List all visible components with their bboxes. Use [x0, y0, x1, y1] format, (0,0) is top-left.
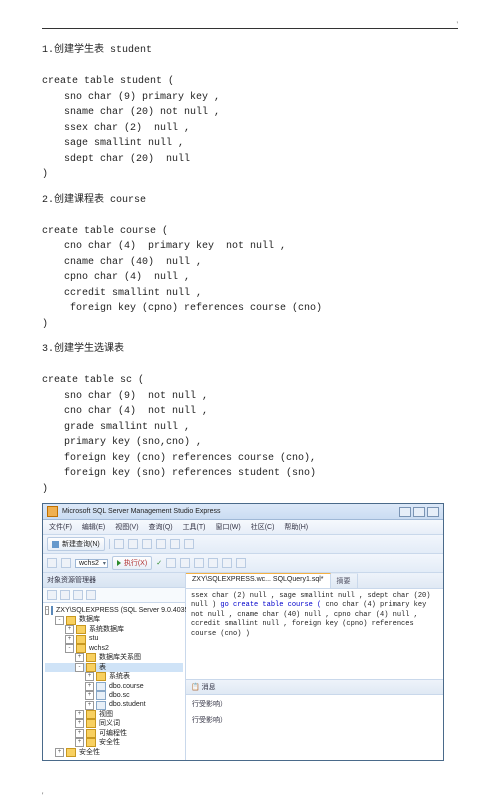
oe-toolbar-icon[interactable]: [86, 590, 96, 600]
ssms-menubar[interactable]: 文件(F) 编辑(E) 视图(V) 查询(Q) 工具(T) 窗口(W) 社区(C…: [43, 520, 443, 535]
editor-tabs: ZXY\SQLEXPRESS.wc... SQLQuery1.sql* 摘要: [186, 573, 443, 589]
object-explorer-panel: 对象资源管理器 -ZXY\SQLEXPRESS (SQL Server 9.0.…: [43, 573, 186, 760]
toolbar-icon[interactable]: [170, 539, 180, 549]
editor-tab-active[interactable]: ZXY\SQLEXPRESS.wc... SQLQuery1.sql*: [186, 573, 331, 588]
menu-file[interactable]: 文件(F): [49, 524, 72, 531]
toolbar-icon[interactable]: [194, 558, 204, 568]
results-panel: 📋 消息 行受影响） 行受影响）: [186, 680, 443, 737]
editor-area: ZXY\SQLEXPRESS.wc... SQLQuery1.sql* 摘要 s…: [186, 573, 443, 760]
document-page: ' 1.创建学生表 student create table student (…: [0, 0, 500, 810]
tree-views-node[interactable]: +视图: [45, 710, 183, 719]
execute-button[interactable]: 执行(X): [112, 556, 152, 570]
corner-mark-top: ': [457, 20, 458, 29]
tree-server-node[interactable]: -ZXY\SQLEXPRESS (SQL Server 9.0.4035 -: [45, 606, 183, 615]
result-line: 行受影响）: [192, 715, 437, 725]
database-combo[interactable]: wchs2: [75, 559, 108, 568]
ssms-toolbar-main: 新建查询(N): [43, 535, 443, 554]
toolbar-icon[interactable]: [142, 539, 152, 549]
menu-tools[interactable]: 工具(T): [183, 524, 206, 531]
minimize-button[interactable]: [399, 507, 411, 517]
tree-systables-node[interactable]: +系统表: [45, 672, 183, 681]
toolbar-icon[interactable]: [208, 558, 218, 568]
tree-databases-node[interactable]: -数据库: [45, 615, 183, 624]
tree-db-stu[interactable]: +stu: [45, 634, 183, 643]
object-explorer-toolbar: [43, 588, 185, 603]
menu-view[interactable]: 视图(V): [115, 524, 138, 531]
editor-tab-summary[interactable]: 摘要: [331, 573, 358, 588]
ssms-app-icon: [47, 506, 58, 517]
object-explorer-header: 对象资源管理器: [43, 573, 185, 588]
ssms-titlebar: Microsoft SQL Server Management Studio E…: [43, 504, 443, 520]
tree-diagrams-node[interactable]: +数据库关系图: [45, 653, 183, 662]
menu-window[interactable]: 窗口(W): [215, 524, 240, 531]
ssms-title-text: Microsoft SQL Server Management Studio E…: [62, 508, 220, 515]
toolbar-icon[interactable]: [128, 539, 138, 549]
toolbar-icon[interactable]: [114, 539, 124, 549]
tree-table-sc[interactable]: +dbo.sc: [45, 691, 183, 700]
toolbar-icon[interactable]: [180, 558, 190, 568]
oe-toolbar-icon[interactable]: [47, 590, 57, 600]
tree-programmability-node[interactable]: +可编程性: [45, 729, 183, 738]
tree-db-wchs2[interactable]: -wchs2: [45, 644, 183, 653]
section-1-title: 1.创建学生表 student: [42, 43, 458, 59]
section-3-code: create table sc ( sno char (9) not null …: [42, 358, 458, 498]
close-button[interactable]: [427, 507, 439, 517]
section-2-title: 2.创建课程表 course: [42, 193, 458, 209]
menu-help[interactable]: 帮助(H): [284, 524, 308, 531]
maximize-button[interactable]: [413, 507, 425, 517]
ssms-window: Microsoft SQL Server Management Studio E…: [42, 503, 444, 761]
toolbar-icon[interactable]: [61, 558, 71, 568]
ssms-toolbar-query: wchs2 执行(X) ✓: [43, 554, 443, 573]
menu-edit[interactable]: 编辑(E): [82, 524, 105, 531]
footer-mark: ': [42, 791, 458, 800]
tree-security-node[interactable]: +安全性: [45, 738, 183, 747]
results-body: 行受影响） 行受影响）: [186, 695, 443, 737]
toolbar-icon[interactable]: [47, 558, 57, 568]
toolbar-icon[interactable]: [184, 539, 194, 549]
toolbar-icon[interactable]: [166, 558, 176, 568]
oe-toolbar-icon[interactable]: [60, 590, 70, 600]
tree-synonyms-node[interactable]: +同义词: [45, 719, 183, 728]
results-tab-messages[interactable]: 📋 消息: [186, 680, 443, 695]
tree-table-student[interactable]: +dbo.student: [45, 700, 183, 709]
oe-toolbar-icon[interactable]: [73, 590, 83, 600]
tree-server-security-node[interactable]: +安全性: [45, 748, 183, 757]
tree-sysdb-node[interactable]: +系统数据库: [45, 625, 183, 634]
toolbar-icon[interactable]: [236, 558, 246, 568]
section-3-title: 3.创建学生选课表: [42, 342, 458, 358]
toolbar-icon[interactable]: [222, 558, 232, 568]
toolbar-icon[interactable]: [156, 539, 166, 549]
new-query-button[interactable]: 新建查询(N): [47, 537, 105, 551]
menu-community[interactable]: 社区(C): [251, 524, 275, 531]
check-icon[interactable]: ✓: [156, 559, 162, 567]
sql-editor[interactable]: ssex char (2) null , sage smallint null …: [186, 589, 443, 680]
top-horizontal-rule: [42, 28, 458, 29]
tree-table-course[interactable]: +dbo.course: [45, 682, 183, 691]
section-2-code: create table course ( cno char (4) prima…: [42, 208, 458, 332]
section-1-code: create table student ( sno char (9) prim…: [42, 59, 458, 183]
tree-tables-node[interactable]: -表: [45, 663, 183, 672]
object-explorer-tree[interactable]: -ZXY\SQLEXPRESS (SQL Server 9.0.4035 - -…: [43, 603, 185, 760]
menu-query[interactable]: 查询(Q): [149, 524, 173, 531]
